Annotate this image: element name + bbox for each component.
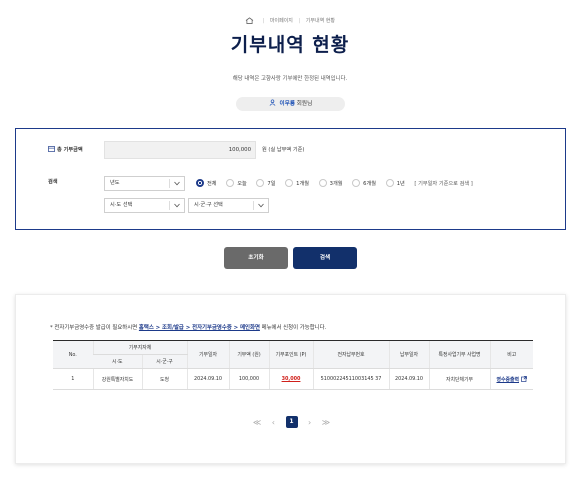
col-header-note: 비고: [489, 340, 533, 369]
sido-select[interactable]: 시·도 선택: [104, 198, 185, 213]
search-label: 검색: [48, 179, 58, 185]
search-button[interactable]: 검색: [293, 247, 357, 269]
radio-dot: [318, 179, 327, 187]
radio-dot: [352, 179, 361, 187]
col-header-amount: 기부액 (원): [228, 340, 269, 369]
pagination: ≪ ‹ 1 › ≫: [16, 416, 567, 428]
total-amount-label: 총 기부금액: [48, 146, 83, 153]
radio-dot: [285, 179, 294, 187]
breadcrumb-current: 기부내역 현황: [305, 18, 335, 24]
col-header-pay-no: 전자납부번호: [312, 340, 389, 369]
sigungu-select-value: 시·군·구 선택: [194, 202, 223, 208]
breadcrumb-separator: |: [262, 18, 265, 24]
first-page-button[interactable]: ≪: [253, 418, 261, 427]
cell-pay-date: 2024.09.10: [388, 368, 429, 390]
period-radio-all[interactable]: 전체: [196, 179, 217, 187]
col-header-sido: 시·도: [93, 354, 142, 369]
period-radio-3m[interactable]: 3개월: [318, 179, 343, 187]
breadcrumb: | 마이페이지 | 기부내역 현황: [0, 17, 580, 24]
member-suffix: 회원님: [296, 101, 313, 107]
home-icon[interactable]: [245, 17, 254, 24]
radio-dot: [385, 179, 394, 187]
table-row: 1 강원특별자치도 도청 2024.09.10 100,000 30,000 5…: [53, 368, 533, 390]
total-amount-field: 100,000: [104, 141, 256, 159]
cell-sigungu: 도청: [141, 368, 187, 390]
period-radio-group: 전체 오늘 7일 1개월 3개월 6개월 1년 [ 기부일자 기준으로 검색 ]: [196, 179, 473, 187]
period-radio-1m[interactable]: 1개월: [285, 179, 309, 187]
chevron-down-icon: [174, 181, 180, 186]
sigungu-select[interactable]: 시·군·구 선택: [188, 198, 269, 213]
point-link[interactable]: 30,000: [282, 376, 301, 382]
radio-dot: [226, 179, 235, 187]
next-page-button[interactable]: ›: [308, 418, 311, 427]
receipt-notice: * 전자기부금영수증 발급이 필요하시면 홈택스 > 조회/발급 > 전자기부금…: [50, 323, 326, 331]
chevron-down-icon: [258, 203, 264, 208]
cell-no: 1: [53, 368, 93, 390]
notice-suffix: 메뉴에서 신청이 가능합니다.: [259, 325, 327, 331]
col-header-region: 기부지자체: [92, 340, 187, 355]
cell-note: 영수증출력: [489, 368, 533, 390]
year-select[interactable]: 년도: [104, 176, 185, 191]
chevron-down-icon: [174, 203, 180, 208]
col-header-pay-date: 납부일자: [388, 340, 429, 369]
radio-dot: [256, 179, 265, 187]
col-header-point: 기부포인트 (P): [268, 340, 313, 369]
cell-project: 자치단체기부: [428, 368, 490, 390]
breadcrumb-mypage[interactable]: 마이페이지: [270, 18, 293, 24]
prev-page-button[interactable]: ‹: [272, 418, 275, 427]
col-header-sigungu: 시·군·구: [141, 354, 187, 369]
donation-table: No. 기부지자체 기부일자 기부액 (원) 기부포인트 (P) 전자납부번호 …: [53, 340, 533, 390]
calculator-icon: [48, 146, 55, 152]
period-radio-7d[interactable]: 7일: [256, 179, 275, 187]
hometax-path-link[interactable]: 홈택스 > 조회/발급 > 전자기부금영수증 > 메인화면: [139, 325, 260, 331]
page-subtitle: 해당 내역은 고향사랑 기부에만 한정된 내역입니다.: [232, 76, 348, 82]
col-header-no: No.: [53, 340, 93, 369]
period-radio-1y[interactable]: 1년: [385, 179, 405, 187]
cell-date: 2024.09.10: [186, 368, 229, 390]
col-header-date: 기부일자: [186, 340, 229, 369]
period-note: [ 기부일자 기준으로 검색 ]: [414, 181, 473, 187]
cell-sido: 강원특별자치도: [92, 368, 142, 390]
search-panel: 총 기부금액 100,000 원 (실 납부액 기준) 검색 년도 전체 오늘 …: [15, 128, 566, 230]
radio-dot: [196, 179, 204, 187]
user-icon: [269, 99, 276, 106]
result-panel: * 전자기부금영수증 발급이 필요하시면 홈택스 > 조회/발급 > 전자기부금…: [15, 294, 566, 464]
page-title: 기부내역 현황: [230, 34, 350, 56]
sido-select-value: 시·도 선택: [110, 202, 133, 208]
year-select-value: 년도: [110, 180, 120, 186]
member-badge: 이무룡 회원님: [236, 97, 345, 111]
page-1-button[interactable]: 1: [285, 416, 298, 428]
total-amount-unit: 원 (실 납부액 기준): [262, 147, 305, 153]
external-link-icon[interactable]: [521, 375, 527, 382]
notice-prefix: * 전자기부금영수증 발급이 필요하시면: [50, 325, 139, 331]
receipt-print-link[interactable]: 영수증출력: [497, 377, 520, 383]
cell-pay-no: 51000224511003145 37: [312, 368, 389, 390]
period-radio-today[interactable]: 오늘: [226, 179, 247, 187]
cell-amount: 100,000: [228, 368, 269, 390]
col-header-project: 특정사업기부 사업명: [428, 340, 490, 369]
reset-button[interactable]: 초기화: [224, 247, 288, 269]
member-name: 이무룡: [279, 101, 295, 107]
period-radio-6m[interactable]: 6개월: [352, 179, 376, 187]
breadcrumb-separator: |: [298, 18, 301, 24]
last-page-button[interactable]: ≫: [322, 418, 330, 427]
cell-point: 30,000: [268, 368, 313, 390]
